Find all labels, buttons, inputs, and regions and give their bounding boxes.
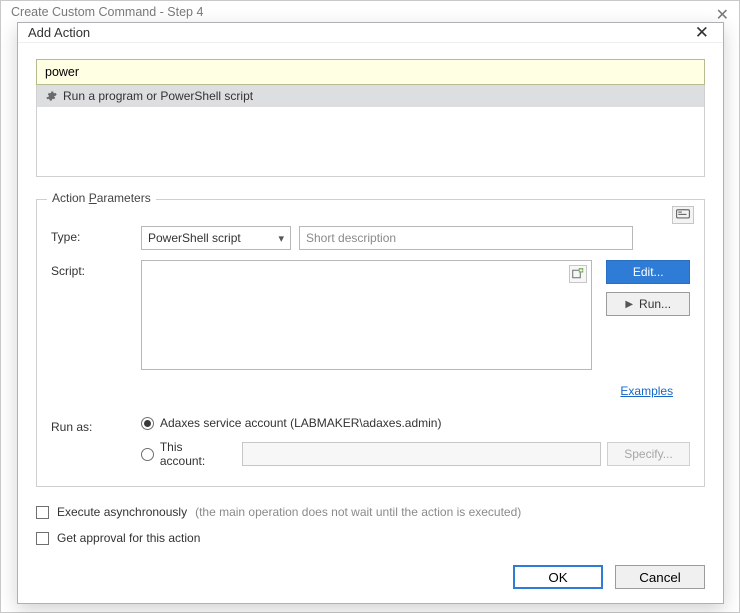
radio-adaxes-service-account[interactable]: [141, 417, 154, 430]
edit-button[interactable]: Edit...: [606, 260, 690, 284]
script-textarea[interactable]: [142, 261, 592, 369]
execute-async-checkbox[interactable]: [36, 506, 49, 519]
script-label: Script:: [51, 260, 141, 398]
short-description-input[interactable]: [299, 226, 633, 250]
radio-adaxes-label: Adaxes service account (LABMAKER\adaxes.…: [160, 416, 441, 430]
parent-window-title: Create Custom Command - Step 4: [1, 1, 739, 23]
script-type-select[interactable]: PowerShell script ▾: [141, 226, 291, 250]
dialog-title: Add Action: [28, 25, 90, 40]
group-help-button[interactable]: [672, 206, 694, 224]
get-approval-checkbox[interactable]: [36, 532, 49, 545]
play-icon: ▶: [625, 299, 633, 310]
result-item-label: Run a program or PowerShell script: [63, 89, 253, 103]
dialog-button-row: OK Cancel: [18, 555, 723, 603]
ok-button[interactable]: OK: [513, 565, 603, 589]
script-type-value: PowerShell script: [148, 231, 241, 245]
dialog-close-button[interactable]: ✕: [691, 24, 713, 41]
specify-button: Specify...: [607, 442, 690, 466]
action-results-list: Run a program or PowerShell script: [36, 85, 705, 177]
run-button-label: Run...: [639, 297, 671, 311]
execute-async-label: Execute asynchronously: [57, 505, 187, 519]
script-textarea-wrap: [141, 260, 593, 370]
script-params-button[interactable]: [569, 265, 587, 283]
this-account-input: [242, 442, 601, 466]
help-icon: [676, 209, 690, 221]
action-parameters-group: Action Parameters Type: PowerShell scrip…: [36, 199, 705, 487]
examples-link[interactable]: Examples: [620, 384, 673, 398]
action-search-box[interactable]: [36, 59, 705, 85]
dialog-titlebar: Add Action ✕: [18, 23, 723, 43]
action-search-input[interactable]: [45, 65, 696, 79]
type-label: Type:: [51, 226, 141, 244]
radio-this-account[interactable]: [141, 448, 154, 461]
gear-icon: [45, 90, 57, 102]
get-approval-label: Get approval for this action: [57, 531, 200, 545]
group-title: Action Parameters: [47, 191, 156, 205]
radio-this-account-label: This account:: [160, 440, 230, 468]
result-run-program-powershell[interactable]: Run a program or PowerShell script: [37, 85, 704, 107]
chevron-down-icon: ▾: [278, 232, 284, 245]
add-action-dialog: Add Action ✕ Run a program or PowerShell…: [17, 22, 724, 604]
examples-link-wrap: Examples: [620, 384, 690, 398]
run-button[interactable]: ▶ Run...: [606, 292, 690, 316]
execute-async-hint: (the main operation does not wait until …: [195, 505, 521, 519]
runas-label: Run as:: [51, 416, 141, 434]
insert-icon: [572, 268, 584, 280]
cancel-button[interactable]: Cancel: [615, 565, 705, 589]
